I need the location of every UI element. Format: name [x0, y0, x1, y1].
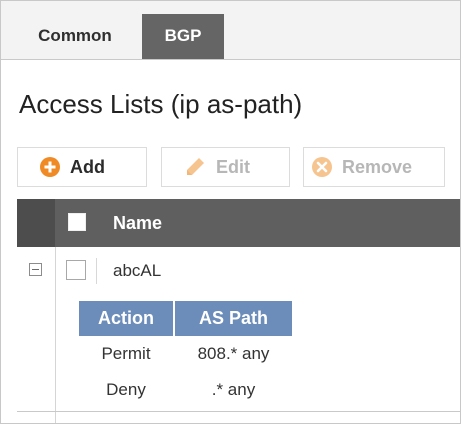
toolbar: Add Edit Remove [1, 147, 460, 189]
collapse-icon[interactable] [29, 263, 42, 276]
header-expander-column [17, 199, 55, 247]
row-checkbox[interactable] [66, 260, 86, 280]
entry-row: Deny .* any [79, 372, 292, 408]
access-lists-panel: Common BGP Access Lists (ip as-path) Add… [0, 0, 461, 424]
add-label: Add [70, 156, 105, 177]
remove-label: Remove [342, 156, 413, 177]
plus-circle-icon [40, 157, 60, 177]
entry-action: Permit [101, 344, 151, 363]
entry-as-path: .* any [211, 380, 256, 399]
access-list-name: abcAL [113, 261, 162, 280]
pencil-icon [187, 158, 204, 175]
table-row[interactable]: abcAL [17, 247, 460, 295]
entry-action: Deny [106, 380, 146, 399]
column-header-action: Action [98, 308, 154, 328]
column-header-name[interactable]: Name [113, 199, 162, 247]
select-all-checkbox[interactable] [68, 213, 86, 231]
grid-header: Name [17, 199, 460, 247]
entry-as-path: 808.* any [197, 344, 270, 363]
x-circle-icon [312, 157, 332, 177]
add-button[interactable]: Add [17, 147, 147, 187]
page-title: Access Lists (ip as-path) [19, 89, 303, 119]
grid-body: abcAL Action AS Path Permit 808.* any De… [17, 247, 460, 423]
tab-common[interactable]: Common [13, 14, 137, 59]
edit-button[interactable]: Edit [161, 147, 290, 187]
sub-table-header: Action AS Path [79, 301, 292, 336]
grid-bottom-border [17, 411, 460, 412]
cell-divider [96, 258, 97, 284]
column-header-as-path: AS Path [198, 308, 268, 328]
edit-label: Edit [216, 156, 250, 177]
tab-bgp[interactable]: BGP [142, 14, 224, 59]
tab-bar: Common BGP [1, 1, 460, 60]
entry-row: Permit 808.* any [79, 336, 292, 372]
remove-button[interactable]: Remove [303, 147, 445, 187]
